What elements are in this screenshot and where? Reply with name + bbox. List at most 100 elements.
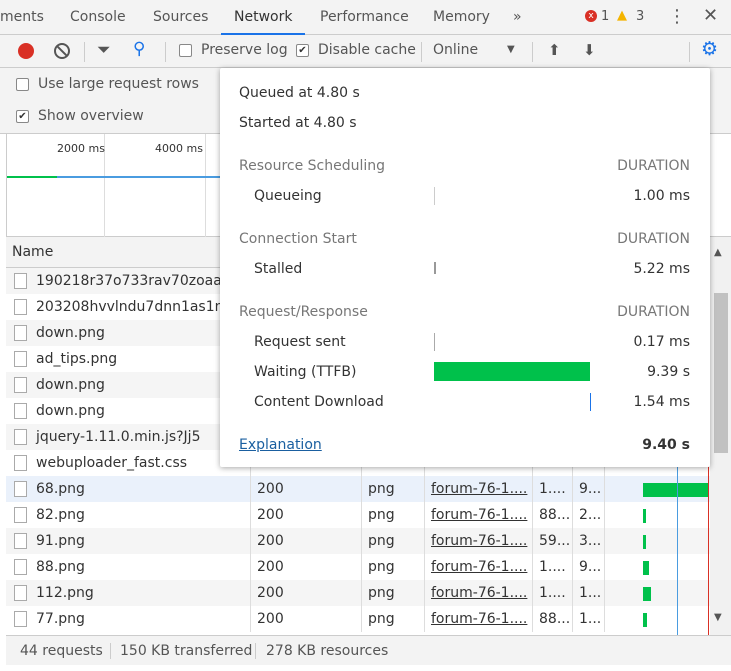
error-count[interactable]: 1 (601, 9, 609, 24)
clear-icon[interactable] (54, 43, 70, 59)
cell-initiator[interactable]: forum-76-1.... (431, 611, 527, 627)
search-icon[interactable]: ⚲ (133, 39, 145, 59)
table-row[interactable]: 112.png 200 png forum-76-1.... 1.... 1... (6, 580, 710, 606)
scrollbar[interactable]: ▲ ▼ (710, 237, 731, 635)
file-icon (14, 585, 27, 601)
overview-bar (57, 176, 222, 178)
cell-initiator[interactable]: forum-76-1.... (431, 533, 527, 549)
cell-name: 91.png (36, 533, 85, 549)
explanation-link[interactable]: Explanation (239, 437, 322, 453)
waterfall-bar (643, 483, 709, 497)
transferred-size: 150 KB transferred (120, 643, 253, 659)
import-har-icon[interactable]: ⬆ (548, 41, 561, 59)
record-icon[interactable] (18, 43, 34, 59)
total-duration: 9.40 s (642, 437, 690, 453)
file-icon (14, 377, 27, 393)
file-icon (14, 273, 27, 289)
table-row[interactable]: 77.png 200 png forum-76-1.... 88... 1... (6, 606, 710, 632)
waterfall-bar (643, 587, 651, 601)
gear-icon[interactable]: ⚙ (701, 38, 718, 60)
tick-4000: 4000 ms (155, 142, 203, 155)
cell-size: 1.... (539, 585, 566, 601)
started-at: Started at 4.80 s (239, 115, 357, 131)
duration-header: DURATION (617, 231, 690, 247)
cell-name: 77.png (36, 611, 85, 627)
timing-bar (590, 393, 591, 411)
cell-name: 88.png (36, 559, 85, 575)
file-icon (14, 533, 27, 549)
cell-type: png (368, 533, 395, 549)
close-icon[interactable]: ✕ (703, 5, 718, 26)
timing-value: 1.54 ms (633, 394, 690, 410)
cell-status: 200 (257, 611, 284, 627)
table-row[interactable]: 68.png 200 png forum-76-1.... 1.... 9... (6, 476, 710, 502)
tab-memory[interactable]: Memory (433, 0, 490, 35)
overview-bar (7, 176, 57, 178)
file-icon (14, 351, 27, 367)
table-row[interactable]: 82.png 200 png forum-76-1.... 88... 2... (6, 502, 710, 528)
warning-count[interactable]: 3 (636, 9, 644, 24)
throttle-select[interactable]: Online (433, 42, 478, 58)
preserve-log-checkbox[interactable] (179, 44, 192, 57)
cell-type: png (368, 507, 395, 523)
table-row[interactable]: 91.png 200 png forum-76-1.... 59... 3... (6, 528, 710, 554)
tab-performance[interactable]: Performance (320, 0, 409, 35)
queued-at: Queued at 4.80 s (239, 85, 360, 101)
disable-cache-label[interactable]: Disable cache (318, 42, 416, 58)
timing-value: 0.17 ms (633, 334, 690, 350)
cell-name: jquery-1.11.0.min.js?Jj5 (36, 429, 201, 445)
cell-time: 1... (579, 585, 602, 601)
cell-initiator[interactable]: forum-76-1.... (431, 585, 527, 601)
cell-status: 200 (257, 559, 284, 575)
timing-label: Waiting (TTFB) (254, 364, 357, 380)
disable-cache-checkbox[interactable]: ✔ (296, 44, 309, 57)
show-overview-label[interactable]: Show overview (38, 108, 144, 124)
cell-name: webuploader_fast.css (36, 455, 188, 471)
cell-name: 190218r37o733rav70zoaa.png (36, 273, 251, 289)
network-toolbar: ⏷ ⚲ Preserve log ✔ Disable cache Online … (0, 35, 731, 68)
chevron-down-icon[interactable]: ▼ (507, 44, 515, 55)
file-icon (14, 299, 27, 315)
cell-name: ad_tips.png (36, 351, 118, 367)
filter-icon[interactable]: ⏷ (97, 40, 111, 60)
cell-size: 59... (539, 533, 571, 549)
cell-size: 1.... (539, 481, 566, 497)
section-title: Resource Scheduling (239, 158, 386, 174)
tab-sources[interactable]: Sources (153, 0, 208, 35)
more-tabs-button[interactable]: » (513, 0, 522, 35)
tab-console[interactable]: Console (70, 0, 126, 35)
timing-bar (434, 333, 435, 351)
timing-label: Request sent (254, 334, 346, 350)
table-row[interactable]: 88.png 200 png forum-76-1.... 1.... 9... (6, 554, 710, 580)
cell-name: 68.png (36, 481, 85, 497)
kebab-menu-icon[interactable]: ⋮ (668, 6, 686, 27)
column-name[interactable]: Name (12, 244, 53, 260)
cell-type: png (368, 611, 395, 627)
cell-initiator[interactable]: forum-76-1.... (431, 559, 527, 575)
timing-popover: Queued at 4.80 s Started at 4.80 s Resou… (220, 68, 710, 467)
file-icon (14, 481, 27, 497)
cell-status: 200 (257, 481, 284, 497)
cell-status: 200 (257, 533, 284, 549)
waterfall-bar (643, 561, 649, 575)
large-rows-checkbox[interactable] (16, 78, 29, 91)
timing-label: Content Download (254, 394, 384, 410)
cell-time: 3... (579, 533, 602, 549)
status-bar: 44 requests 150 KB transferred 278 KB re… (6, 635, 731, 665)
export-har-icon[interactable]: ⬇ (583, 41, 596, 59)
duration-header: DURATION (617, 304, 690, 320)
tab-network[interactable]: Network (221, 0, 306, 35)
cell-initiator[interactable]: forum-76-1.... (431, 507, 527, 523)
file-icon (14, 559, 27, 575)
file-icon (14, 507, 27, 523)
timing-value: 1.00 ms (633, 188, 690, 204)
large-rows-label[interactable]: Use large request rows (38, 76, 199, 92)
preserve-log-label[interactable]: Preserve log (201, 42, 288, 58)
file-icon (14, 429, 27, 445)
cell-name: down.png (36, 325, 105, 341)
cell-initiator[interactable]: forum-76-1.... (431, 481, 527, 497)
scrollbar-thumb[interactable] (714, 293, 728, 453)
tab-elements[interactable]: ments (0, 0, 44, 35)
show-overview-checkbox[interactable]: ✔ (16, 110, 29, 123)
waterfall-bar (643, 535, 646, 549)
